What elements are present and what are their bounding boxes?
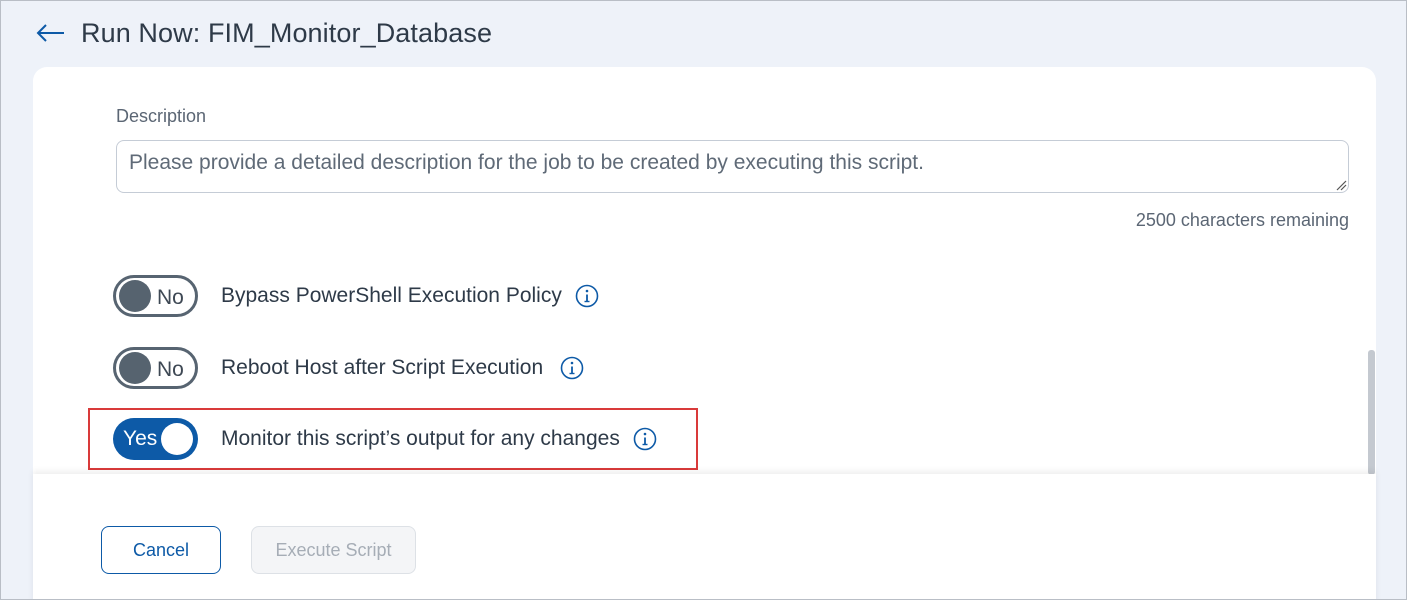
bypass-policy-label: Bypass PowerShell Execution Policy — [221, 284, 562, 307]
characters-remaining: 2500 characters remaining — [1135, 210, 1349, 230]
option-row-bypass-policy: No Bypass PowerShell Execution Policy — [113, 274, 600, 318]
reboot-host-toggle[interactable]: No — [113, 347, 198, 389]
option-row-reboot-host: No Reboot Host after Script Execution — [113, 346, 585, 390]
monitor-output-label: Monitor this script’s output for any cha… — [221, 427, 620, 450]
form-card: Description 2500 characters remaining No… — [33, 67, 1376, 599]
dialog-footer: Cancel Execute Script — [33, 474, 1376, 599]
resize-handle-icon[interactable] — [1335, 179, 1347, 191]
cancel-button[interactable]: Cancel — [101, 526, 221, 574]
toggle-state-label: No — [157, 286, 184, 309]
monitor-output-toggle[interactable]: Yes — [113, 418, 198, 460]
reboot-host-label: Reboot Host after Script Execution — [221, 356, 544, 379]
page-header: Run Now: FIM_Monitor_Database — [35, 13, 492, 53]
toggle-state-label: No — [157, 358, 184, 381]
option-row-monitor-output: Yes Monitor this script’s output for any… — [113, 417, 658, 461]
page-title: Run Now: FIM_Monitor_Database — [81, 17, 493, 48]
bypass-policy-toggle[interactable]: No — [113, 275, 198, 317]
arrow-left-icon[interactable] — [35, 13, 67, 53]
execute-script-button[interactable]: Execute Script — [251, 526, 416, 574]
toggle-knob — [161, 423, 193, 455]
toggle-state-label: Yes — [123, 427, 158, 450]
description-input[interactable] — [116, 140, 1349, 193]
run-now-dialog: Run Now: FIM_Monitor_Database Descriptio… — [0, 0, 1407, 600]
info-icon[interactable] — [632, 426, 658, 452]
toggle-knob — [119, 352, 151, 384]
description-label: Description — [116, 106, 207, 126]
info-icon[interactable] — [574, 283, 600, 309]
info-icon[interactable] — [559, 355, 585, 381]
toggle-knob — [119, 280, 151, 312]
scrollbar-thumb[interactable] — [1368, 350, 1375, 475]
